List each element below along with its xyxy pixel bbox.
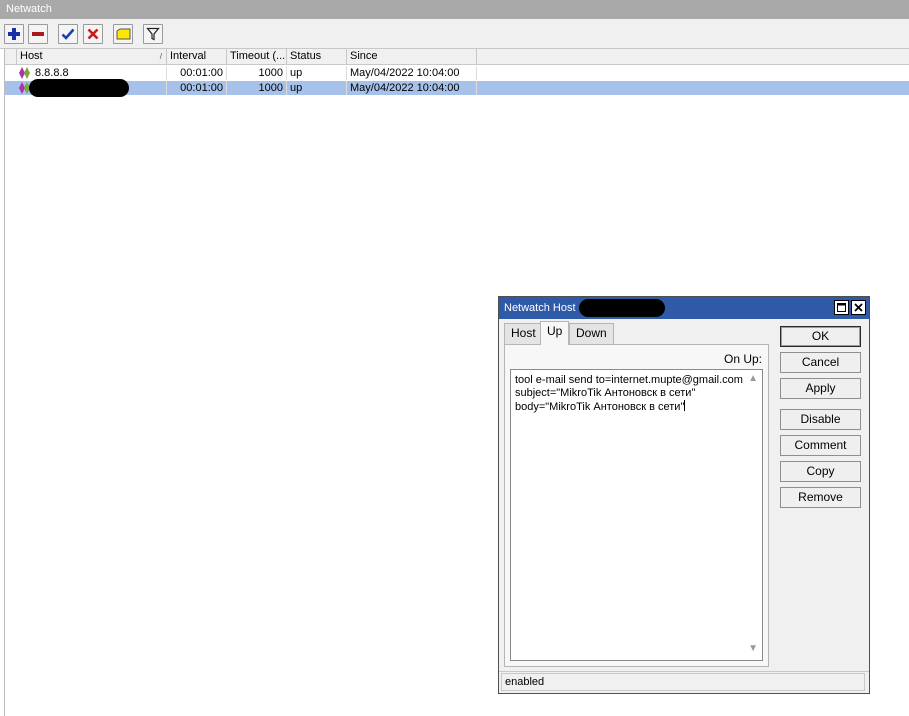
close-button[interactable]	[851, 300, 866, 315]
scroll-down-icon[interactable]: ▼	[748, 643, 758, 654]
copy-button[interactable]: Copy	[780, 461, 861, 482]
minus-icon	[32, 32, 44, 36]
text-cursor	[684, 400, 686, 411]
cell-timeout: 1000	[227, 81, 287, 95]
cell-status: up	[287, 66, 347, 80]
cell-since: May/04/2022 10:04:00	[347, 81, 477, 95]
tab-host[interactable]: Host	[504, 323, 543, 344]
plus-icon	[8, 28, 20, 40]
column-header-status[interactable]: Status	[287, 49, 347, 64]
filter-icon	[146, 27, 160, 41]
tab-down[interactable]: Down	[569, 323, 614, 344]
remove-button[interactable]	[28, 24, 48, 44]
cell-interval: 00:01:00	[167, 81, 227, 95]
toolbar	[0, 19, 909, 49]
table-row[interactable]: 8.8.8.8 00:01:00 1000 up May/04/2022 10:…	[5, 66, 909, 80]
enable-button[interactable]	[58, 24, 78, 44]
apply-button[interactable]: Apply	[780, 378, 861, 399]
comment-button[interactable]: Comment	[780, 435, 861, 456]
redacted-host	[29, 79, 129, 97]
tab-up[interactable]: Up	[540, 321, 570, 345]
close-icon	[854, 303, 863, 312]
column-header-host[interactable]: Host /	[17, 49, 167, 64]
column-header-flag[interactable]	[5, 49, 17, 64]
column-header-interval[interactable]: Interval	[167, 49, 227, 64]
cell-status: up	[287, 81, 347, 95]
script-text: tool e-mail send to=internet.mupte@gmail…	[515, 374, 743, 413]
filter-button[interactable]	[143, 24, 163, 44]
netwatch-host-icon	[19, 67, 30, 79]
column-header-timeout[interactable]: Timeout (...	[227, 49, 287, 64]
maximize-button[interactable]	[834, 300, 849, 315]
cell-interval: 00:01:00	[167, 66, 227, 80]
dialog-status-bar: enabled	[499, 671, 869, 693]
remove-button[interactable]: Remove	[780, 487, 861, 508]
on-up-script-editor[interactable]: tool e-mail send to=internet.mupte@gmail…	[510, 369, 763, 661]
ok-button[interactable]: OK	[780, 326, 861, 347]
list-left-border	[4, 49, 5, 716]
status-text: enabled	[501, 673, 865, 691]
table-header: Host / Interval Timeout (... Status Sinc…	[5, 49, 909, 65]
window-title-bar: Netwatch	[0, 0, 909, 19]
cell-timeout: 1000	[227, 66, 287, 80]
maximize-icon	[837, 303, 846, 312]
cell-since: May/04/2022 10:04:00	[347, 66, 477, 80]
disable-button[interactable]	[83, 24, 103, 44]
note-icon	[116, 28, 130, 39]
window-title: Netwatch	[6, 3, 52, 15]
disable-button[interactable]: Disable	[780, 409, 861, 430]
comment-button[interactable]	[113, 24, 133, 44]
check-icon	[61, 28, 75, 40]
cell-host: 8.8.8.8	[32, 66, 167, 80]
redacted-title-host	[579, 299, 665, 317]
table-row[interactable]: 00:01:00 1000 up May/04/2022 10:04:00	[5, 79, 909, 97]
dialog-title: Netwatch Host <	[504, 302, 586, 314]
column-header-since[interactable]: Since	[347, 49, 477, 64]
sort-indicator: /	[159, 52, 162, 61]
netwatch-host-dialog: Netwatch Host < Host Up Down On Up: tool…	[498, 296, 870, 694]
scroll-up-icon[interactable]: ▲	[748, 373, 758, 384]
add-button[interactable]	[4, 24, 24, 44]
on-up-label: On Up:	[723, 352, 762, 366]
cancel-button[interactable]: Cancel	[780, 352, 861, 373]
tab-panel-up: On Up: tool e-mail send to=internet.mupt…	[504, 344, 769, 667]
cross-icon	[87, 28, 99, 40]
dialog-title-bar[interactable]: Netwatch Host <	[499, 297, 869, 319]
